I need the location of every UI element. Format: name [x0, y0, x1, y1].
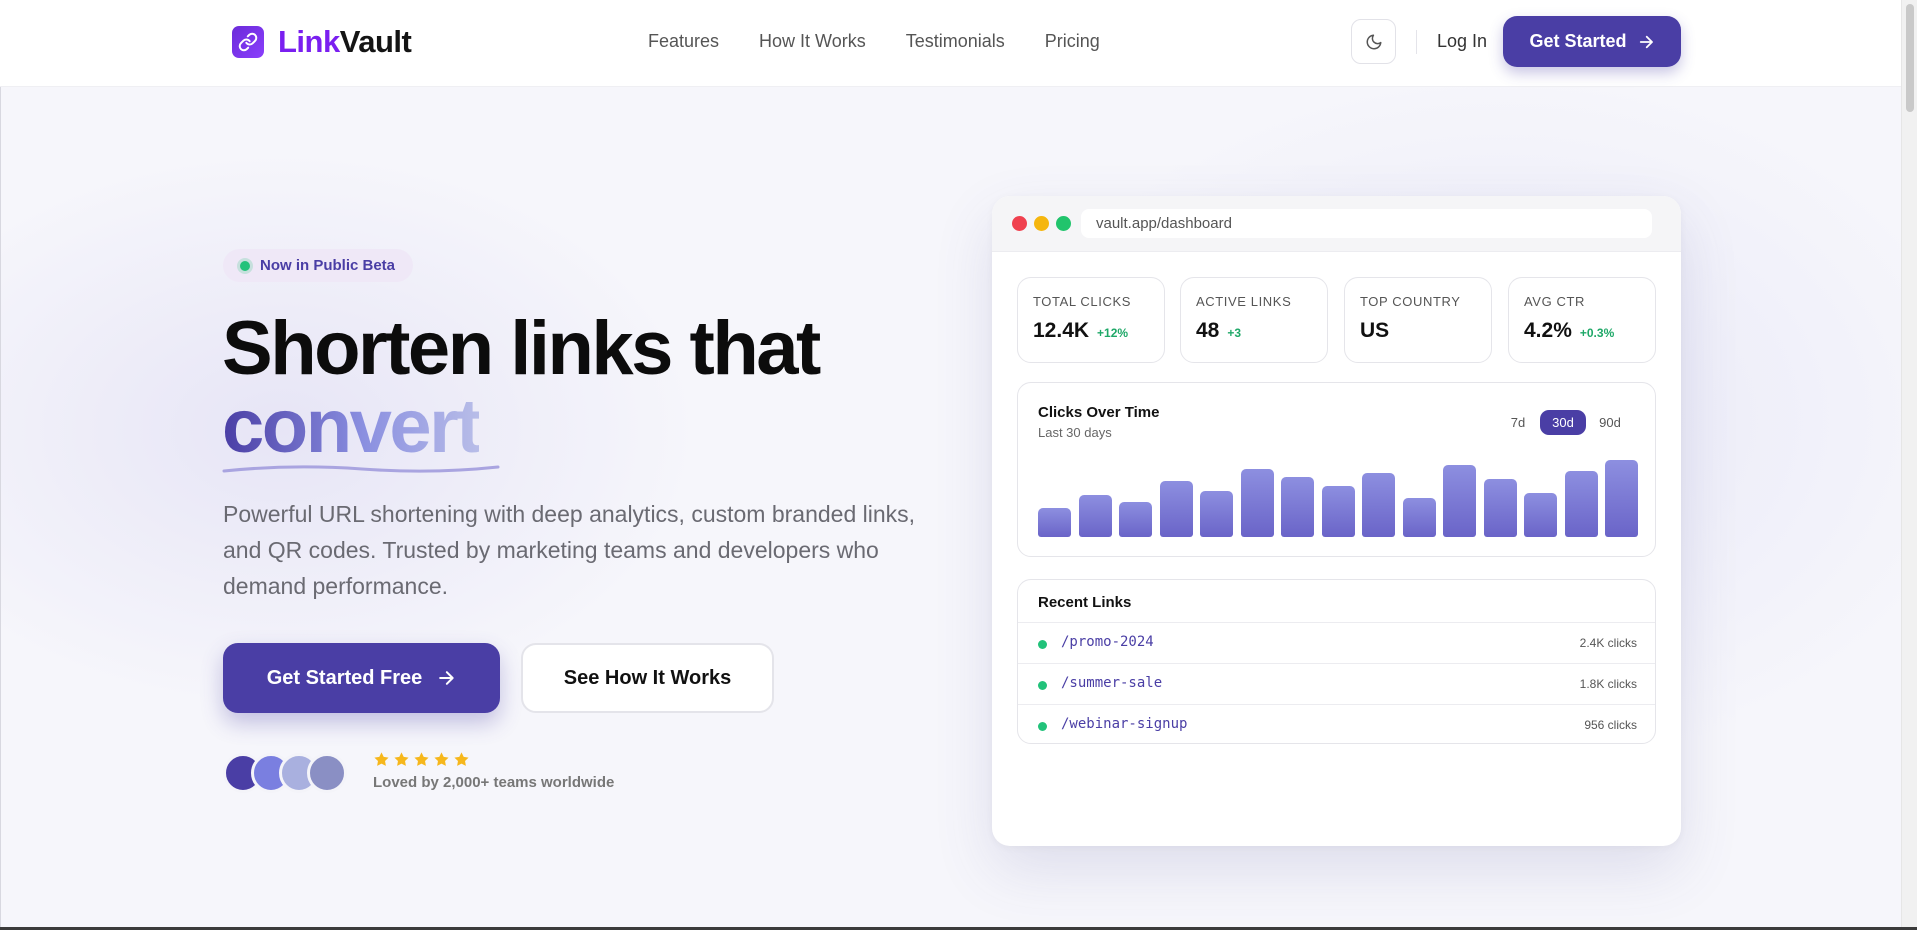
page-scrollbar[interactable] — [1901, 0, 1917, 927]
nav-link-how-it-works[interactable]: How It Works — [759, 31, 866, 52]
stat-label: TOP COUNTRY — [1360, 294, 1461, 309]
get-started-free-button[interactable]: Get Started Free — [223, 643, 500, 713]
address-bar: vault.app/dashboard — [1081, 209, 1652, 238]
recent-links-card: Recent Links /promo-2024 2.4K clicks /su… — [1017, 579, 1656, 744]
status-dot — [240, 260, 250, 271]
range-tab-30d[interactable]: 30d — [1540, 410, 1586, 435]
get-started-free-label: Get Started Free — [266, 666, 423, 689]
link-clicks: 956 clicks — [1584, 718, 1637, 732]
brand-name-part1: Link — [278, 24, 340, 59]
scrollbar-thumb[interactable] — [1906, 4, 1914, 112]
chart-bar — [1564, 470, 1598, 537]
nav-link-features[interactable]: Features — [648, 31, 719, 52]
headline-line1: Shorten links that — [222, 306, 821, 391]
get-started-label: Get Started — [1529, 31, 1627, 51]
chart-bar — [1240, 468, 1274, 537]
link-clicks: 2.4K clicks — [1579, 636, 1637, 650]
nav-links: Features How It Works Testimonials Prici… — [648, 31, 1100, 52]
chart-bar — [1159, 481, 1193, 537]
chart-subtitle: Last 30 days — [1038, 425, 1112, 440]
stat-card-active-links: ACTIVE LINKS 48 +3 — [1180, 277, 1328, 363]
login-link[interactable]: Log In — [1437, 31, 1487, 52]
chart-bar — [1321, 485, 1355, 537]
stat-card-top-country: TOP COUNTRY US — [1344, 277, 1492, 363]
rating-stars — [373, 751, 470, 768]
maximize-dot — [1056, 216, 1071, 231]
beta-badge-label: Now in Public Beta — [260, 257, 396, 274]
stat-change: +12% — [1097, 326, 1129, 340]
star-icon — [374, 752, 389, 766]
stat-card-avg-ctr: AVG CTR 4.2% +0.3% — [1508, 277, 1656, 363]
link-clicks: 1.8K clicks — [1579, 677, 1637, 691]
arrow-right-icon — [1639, 35, 1653, 48]
stat-label: TOTAL CLICKS — [1033, 294, 1131, 309]
star-icon — [394, 752, 409, 766]
list-item[interactable]: /summer-sale 1.8K clicks — [1018, 663, 1655, 704]
chart-bar — [1119, 502, 1152, 537]
hero-subtitle: Powerful URL shortening with deep analyt… — [223, 501, 916, 599]
see-how-it-works-button[interactable]: See How It Works — [521, 643, 774, 713]
stat-value: 4.2% — [1524, 319, 1572, 342]
chart-bar — [1443, 464, 1476, 537]
browser-titlebar: vault.app/dashboard — [992, 196, 1681, 252]
beta-badge: Now in Public Beta — [223, 249, 414, 282]
range-tab-90d[interactable]: 90d — [1591, 410, 1629, 435]
status-dot — [1038, 681, 1047, 690]
stat-change: +3 — [1227, 326, 1242, 340]
dashboard-preview: vault.app/dashboard TOTAL CLICKS 12.4K +1… — [992, 196, 1681, 846]
stat-value: 48 — [1196, 319, 1220, 342]
get-started-button[interactable]: Get Started — [1503, 16, 1681, 67]
status-dot — [1038, 722, 1047, 731]
headline-underline — [222, 465, 500, 473]
chart-bar — [1078, 495, 1112, 537]
star-icon — [454, 752, 469, 766]
link-slug[interactable]: /promo-2024 — [1061, 634, 1154, 650]
stat-value: US — [1360, 319, 1390, 342]
brand-logo[interactable]: LinkVault — [232, 24, 412, 60]
top-navigation: LinkVault Features How It Works Testimon… — [0, 0, 1901, 87]
headline-line2: convert — [222, 384, 482, 469]
brand-name-part2: Vault — [339, 24, 412, 59]
nav-link-pricing[interactable]: Pricing — [1045, 31, 1100, 52]
link-slug[interactable]: /webinar-signup — [1061, 716, 1187, 732]
stat-label: ACTIVE LINKS — [1196, 294, 1292, 309]
nav-divider — [1416, 30, 1417, 54]
avatar — [307, 753, 347, 793]
chart-bar — [1200, 490, 1233, 537]
list-item[interactable]: /promo-2024 2.4K clicks — [1018, 622, 1655, 663]
chart-bar — [1402, 498, 1436, 537]
chart-bar — [1524, 492, 1557, 537]
chart-bar — [1605, 460, 1638, 537]
list-item[interactable]: /webinar-signup 956 clicks — [1018, 704, 1655, 743]
stat-change: +0.3% — [1579, 326, 1615, 340]
see-how-it-works-label: See How It Works — [563, 666, 732, 689]
clicks-chart-card: Clicks Over Time Last 30 days 7d 30d 90d — [1017, 382, 1656, 557]
link-slug[interactable]: /summer-sale — [1061, 675, 1162, 691]
chart-bar — [1362, 472, 1395, 537]
moon-icon — [1366, 34, 1381, 49]
close-dot — [1012, 216, 1027, 231]
stat-label: AVG CTR — [1524, 294, 1586, 309]
clicks-bar-chart — [1038, 453, 1638, 537]
link-icon — [232, 26, 264, 58]
star-icon — [414, 752, 429, 766]
hero-headline: Shorten links that convert — [222, 310, 821, 469]
nav-link-testimonials[interactable]: Testimonials — [906, 31, 1005, 52]
stat-value: 12.4K — [1033, 319, 1090, 342]
stat-card-total-clicks: TOTAL CLICKS 12.4K +12% — [1017, 277, 1165, 363]
status-dot — [1038, 640, 1047, 649]
theme-toggle-button[interactable] — [1351, 19, 1396, 64]
brand-name: LinkVault — [278, 24, 412, 60]
chart-bar — [1281, 477, 1314, 537]
social-proof-text: Loved by 2,000+ teams worldwide — [373, 774, 615, 791]
recent-links-title: Recent Links — [1038, 594, 1132, 611]
range-tab-7d[interactable]: 7d — [1503, 410, 1533, 435]
chart-bar — [1038, 507, 1071, 537]
chart-bar — [1483, 479, 1517, 537]
arrow-right-icon — [439, 671, 454, 685]
star-icon — [434, 752, 449, 766]
minimize-dot — [1034, 216, 1049, 231]
chart-title: Clicks Over Time — [1038, 404, 1160, 421]
